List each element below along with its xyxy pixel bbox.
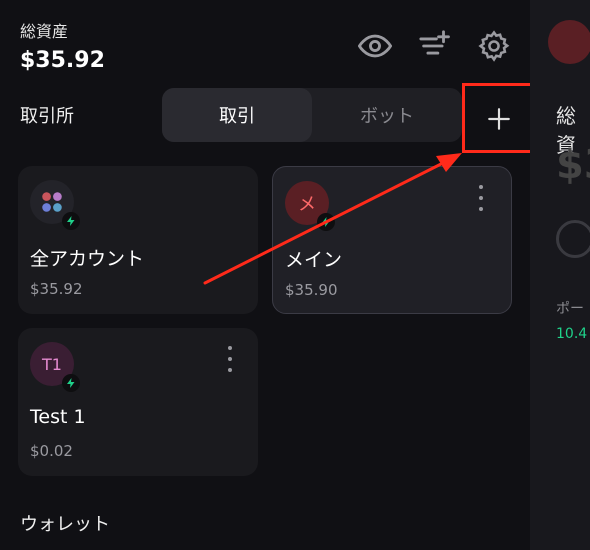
account-card-main[interactable]: メ メイン $35.90 bbox=[272, 166, 512, 314]
account-card-test1[interactable]: T1 Test 1 $0.02 bbox=[18, 328, 258, 476]
total-assets-label: 総資産 bbox=[20, 22, 69, 41]
more-options-icon[interactable] bbox=[222, 346, 238, 372]
account-name: メイン bbox=[285, 249, 343, 271]
more-options-icon[interactable] bbox=[473, 185, 489, 211]
tab-trade[interactable]: 取引 bbox=[162, 88, 312, 142]
portfolio-label: ポー bbox=[556, 301, 584, 317]
progress-ring bbox=[556, 220, 590, 258]
annotation-highlight-box bbox=[462, 83, 534, 153]
gear-icon[interactable] bbox=[474, 26, 514, 66]
account-amount: $35.92 bbox=[30, 280, 83, 298]
lightning-icon bbox=[62, 374, 80, 392]
account-name: Test 1 bbox=[30, 406, 86, 428]
overview-amount: $3 bbox=[556, 142, 590, 188]
mode-tabs: 取引 ボット bbox=[162, 88, 462, 142]
eye-icon[interactable] bbox=[355, 26, 395, 66]
filter-add-icon[interactable] bbox=[415, 26, 455, 66]
account-amount: $35.90 bbox=[285, 281, 338, 299]
exchange-section-title: 取引所 bbox=[20, 106, 74, 127]
account-name: 全アカウント bbox=[30, 248, 145, 270]
account-amount: $0.02 bbox=[30, 442, 73, 460]
wallet-section-title: ウォレット bbox=[20, 514, 110, 535]
total-assets-value: $35.92 bbox=[20, 48, 105, 73]
avatar bbox=[548, 20, 590, 64]
exchange-panel: 総資産 $35.92 取引所 取引 ボット 全アカウント $35.92 メ メイ… bbox=[0, 0, 534, 550]
portfolio-value: 10.4 bbox=[556, 326, 588, 342]
lightning-icon bbox=[62, 212, 80, 230]
overview-panel-partial: 総資 $3 ポー 10.4 bbox=[530, 0, 590, 550]
account-card-all[interactable]: 全アカウント $35.92 bbox=[18, 166, 258, 314]
lightning-icon bbox=[317, 213, 335, 231]
tab-bot[interactable]: ボット bbox=[312, 88, 462, 142]
